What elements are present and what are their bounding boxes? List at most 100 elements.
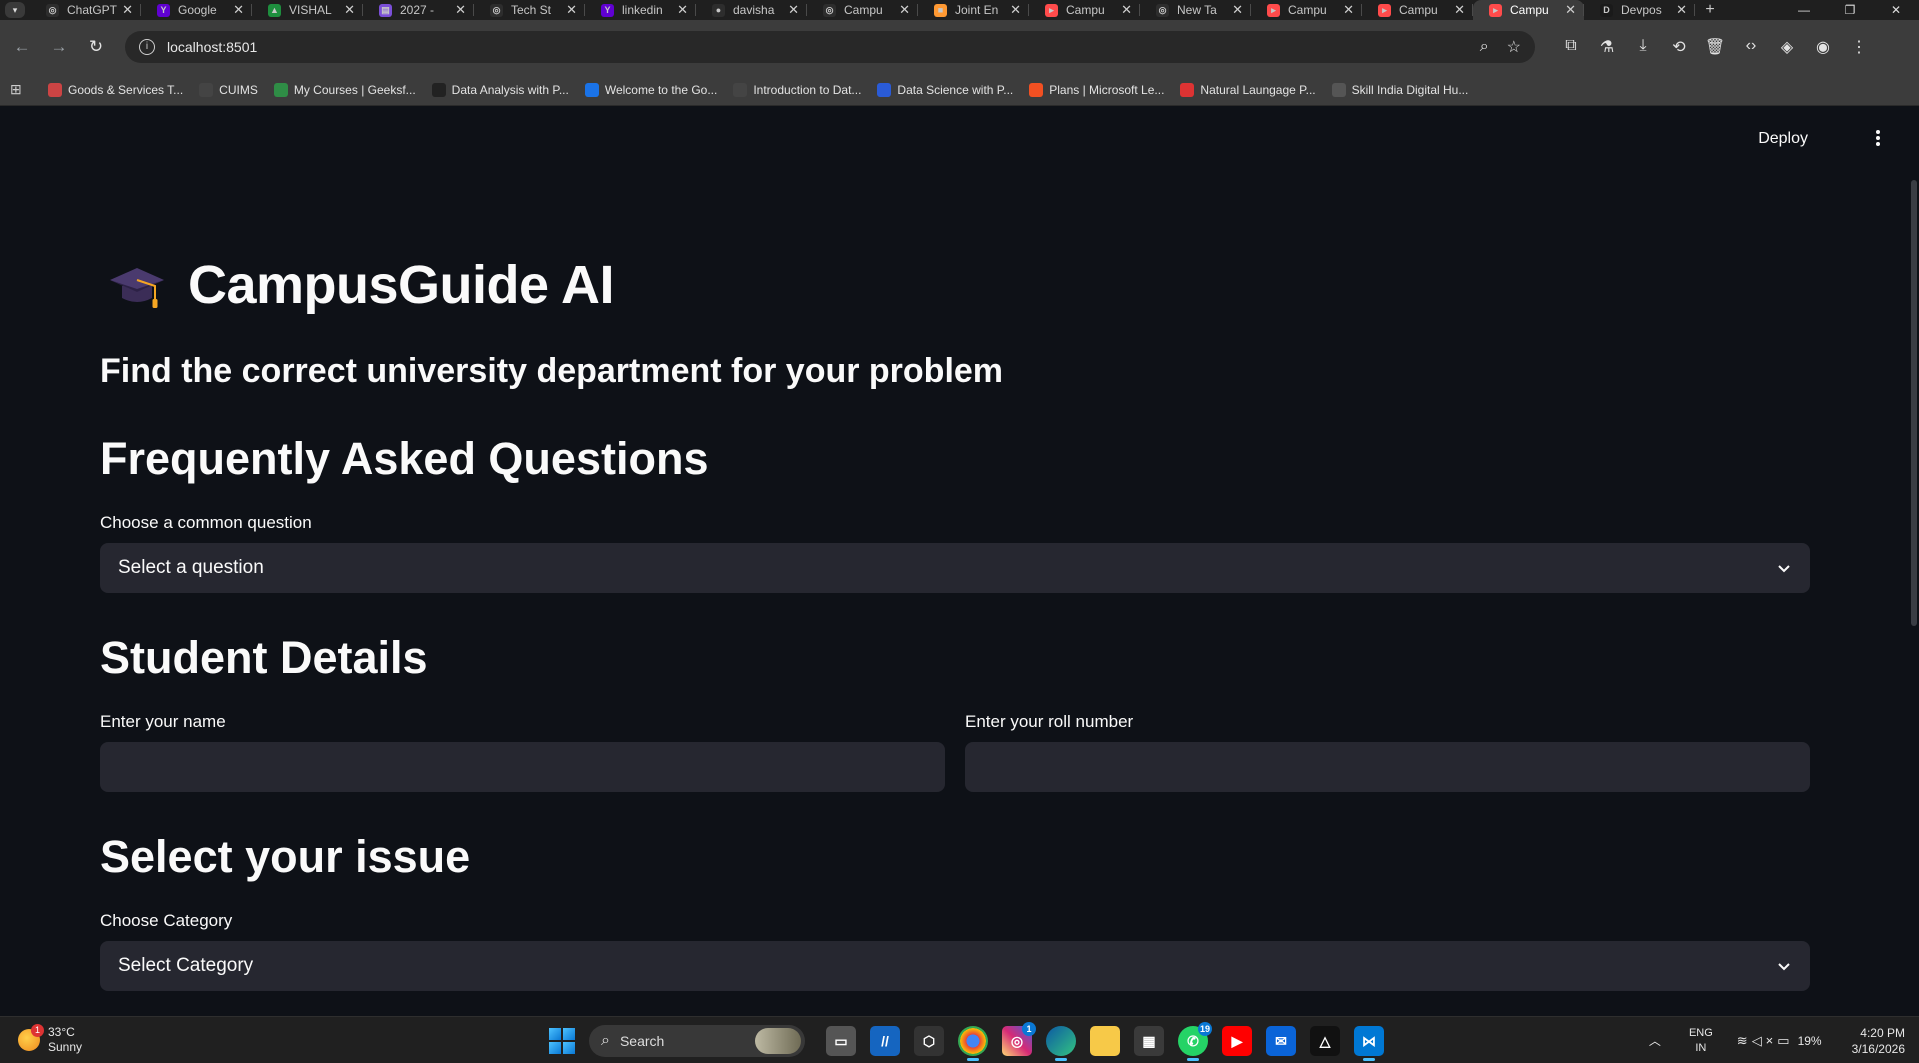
close-tab-icon[interactable]: ✕	[566, 2, 577, 18]
close-tab-icon[interactable]: ✕	[1121, 2, 1132, 18]
arc-app-icon[interactable]: △	[1310, 1026, 1340, 1056]
browser-tab[interactable]: Y Google ✕	[141, 0, 252, 20]
downloads-icon[interactable]: ⤓	[1625, 37, 1661, 57]
browser-tab[interactable]: ◎ ChatGPT ✕	[30, 0, 141, 20]
browser-tab[interactable]: ▸ Campu ✕	[1251, 0, 1362, 20]
apps-grid-icon[interactable]: ⊞	[10, 81, 28, 99]
browser-tab[interactable]: ▤ 2027 - ✕	[363, 0, 474, 20]
vscode-icon[interactable]: ⋈	[1354, 1026, 1384, 1061]
performance-icon[interactable]: ⚗	[1589, 37, 1625, 57]
file-explorer-icon[interactable]	[1090, 1026, 1120, 1056]
browser-tab[interactable]: D Devpos ✕	[1584, 0, 1695, 20]
chevron-up-icon[interactable]: ︿	[1649, 1032, 1661, 1049]
scrollbar[interactable]	[1909, 106, 1919, 1016]
browser-tab[interactable]: ● davisha ✕	[696, 0, 807, 20]
extensions-icon[interactable]: ⧉	[1553, 37, 1589, 57]
profile-icon[interactable]: ◉	[1805, 37, 1841, 57]
forward-button[interactable]: →	[44, 32, 74, 62]
browser-tab[interactable]: ▸ Campu ✕	[1029, 0, 1140, 20]
browser-tab[interactable]: ◎ New Ta ✕	[1140, 0, 1251, 20]
close-tab-icon[interactable]: ✕	[1232, 2, 1243, 18]
instagram-icon[interactable]: ◎ 1	[1002, 1022, 1036, 1056]
network-volume-battery-icons[interactable]: ≋◁×▭	[1737, 1033, 1794, 1049]
bookmark-item[interactable]: Data Science with P...	[877, 82, 1013, 97]
graduation-cap-icon	[110, 268, 164, 308]
clock[interactable]: 4:20 PM 3/16/2026	[1852, 1025, 1905, 1057]
close-tab-icon[interactable]: ✕	[1565, 2, 1576, 18]
zoom-icon[interactable]: ⌕	[1480, 38, 1489, 56]
window-controls: — ❐ ✕	[1781, 0, 1919, 20]
back-button[interactable]: ←	[7, 32, 37, 62]
bookmark-item[interactable]: My Courses | Geeksf...	[273, 82, 416, 97]
close-tab-icon[interactable]: ✕	[677, 2, 688, 18]
close-tab-icon[interactable]: ✕	[1676, 2, 1687, 18]
devtools-icon[interactable]: ‹›	[1733, 37, 1769, 57]
weather-widget[interactable]: 1 33°C Sunny	[18, 1024, 82, 1055]
bookmark-item[interactable]: CUIMS	[199, 82, 258, 97]
outlook-icon[interactable]: ✉	[1266, 1026, 1296, 1056]
tab-search-button[interactable]: ▾	[0, 0, 30, 20]
delete-icon[interactable]: 🗑	[1697, 37, 1733, 57]
bookmark-item[interactable]: Skill India Digital Hu...	[1331, 82, 1468, 97]
taskbar-search[interactable]: ⌕ Search	[589, 1025, 805, 1057]
bookmark-item[interactable]: Goods & Services T...	[48, 82, 183, 97]
scrollbar-thumb[interactable]	[1911, 180, 1917, 626]
faq-select[interactable]: Select a question	[100, 543, 1810, 593]
close-tab-icon[interactable]: ✕	[1343, 2, 1354, 18]
site-info-icon[interactable]: i	[139, 39, 155, 55]
ai-app-icon[interactable]: //	[870, 1026, 900, 1056]
faq-select-value: Select a question	[118, 557, 264, 578]
app-menu-button[interactable]	[1873, 128, 1883, 148]
taskbar-apps: ⌕ Search ▭ // ⬡ ◎ 1 ▦ ✆ 19 ▶ ✉ △ ⋈	[549, 1022, 1391, 1061]
browser-tab[interactable]: Ylinkedin ✕	[585, 0, 696, 20]
bookmark-item[interactable]: Natural Laungage P...	[1180, 82, 1316, 97]
close-tab-icon[interactable]: ✕	[122, 2, 133, 18]
task-view-icon[interactable]: ▭	[826, 1026, 856, 1056]
windows-start-icon[interactable]	[549, 1028, 575, 1054]
reload-button[interactable]: ↻	[81, 32, 111, 62]
restore-button[interactable]: ❐	[1827, 0, 1873, 20]
browser-tab[interactable]: ■ Joint En ✕	[918, 0, 1029, 20]
close-tab-icon[interactable]: ✕	[1010, 2, 1021, 18]
address-bar[interactable]: i localhost:8501 ⌕ ☆	[125, 31, 1535, 63]
whatsapp-icon[interactable]: ✆ 19	[1178, 1022, 1212, 1061]
weather-badge: 1	[31, 1024, 44, 1037]
chevron-down-icon	[1778, 963, 1790, 971]
bookmark-item[interactable]: Data Analysis with P...	[431, 82, 569, 97]
close-window-button[interactable]: ✕	[1873, 0, 1919, 20]
youtube-icon[interactable]: ▶	[1222, 1026, 1252, 1056]
history-icon[interactable]: ⟲	[1661, 37, 1697, 57]
tab-favicon-icon: ▤	[379, 3, 392, 17]
volume-muted-icon: ◁×	[1751, 1032, 1778, 1048]
browser-tab[interactable]: ◎ Campu ✕	[807, 0, 918, 20]
close-tab-icon[interactable]: ✕	[788, 2, 799, 18]
bookmark-star-icon[interactable]: ☆	[1507, 37, 1521, 57]
tab-title: Campu	[1510, 3, 1549, 17]
close-tab-icon[interactable]: ✕	[344, 2, 355, 18]
new-tab-button[interactable]: +	[1695, 1, 1725, 19]
close-tab-icon[interactable]: ✕	[899, 2, 910, 18]
bookmark-item[interactable]: Welcome to the Go...	[584, 82, 717, 97]
category-select[interactable]: Select Category	[100, 941, 1810, 991]
edge-icon[interactable]	[1046, 1026, 1076, 1061]
settings-gear-icon[interactable]: ⬡	[914, 1026, 944, 1056]
menu-icon[interactable]: ⋮	[1841, 37, 1877, 57]
bookmark-item[interactable]: Plans | Microsoft Le...	[1029, 82, 1164, 97]
microsoft-store-icon[interactable]: ▦	[1134, 1026, 1164, 1056]
browser-tab[interactable]: ◎ Tech St ✕	[474, 0, 585, 20]
deploy-button[interactable]: Deploy	[1758, 130, 1808, 148]
close-tab-icon[interactable]: ✕	[1454, 2, 1465, 18]
minimize-button[interactable]: —	[1781, 0, 1827, 20]
close-tab-icon[interactable]: ✕	[455, 2, 466, 18]
chrome-icon[interactable]	[958, 1026, 988, 1061]
browser-tab[interactable]: ▲ VISHAL ✕	[252, 0, 363, 20]
bookmark-item[interactable]: Introduction to Dat...	[733, 82, 861, 97]
copilot-icon[interactable]: ◈	[1769, 37, 1805, 57]
close-tab-icon[interactable]: ✕	[233, 2, 244, 18]
tab-title: Campu	[1066, 3, 1105, 17]
language-indicator[interactable]: ENG IN	[1689, 1026, 1713, 1056]
browser-tab[interactable]: ▸ Campu ✕	[1473, 0, 1584, 20]
browser-tab[interactable]: ▸ Campu ✕	[1362, 0, 1473, 20]
name-input[interactable]	[100, 742, 945, 792]
roll-number-input[interactable]	[965, 742, 1810, 792]
